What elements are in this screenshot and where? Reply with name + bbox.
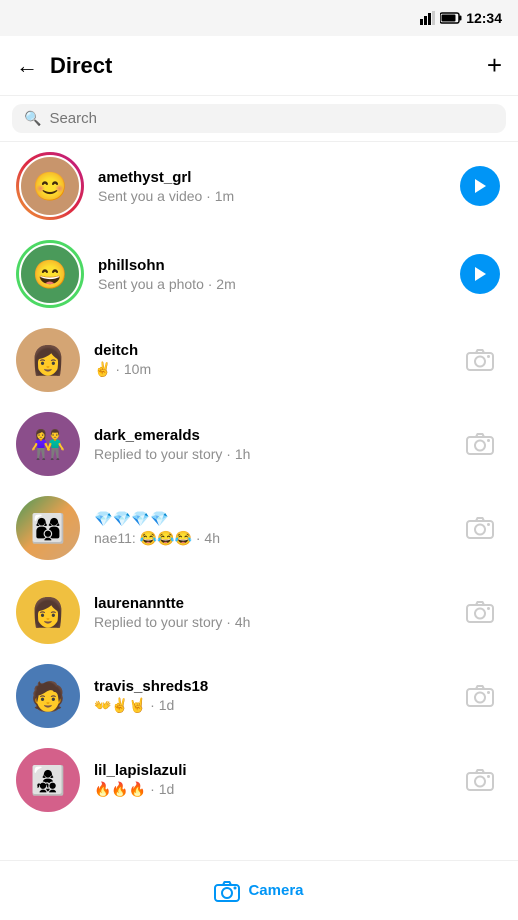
avatar: 👩 <box>16 328 80 392</box>
list-item[interactable]: 😄 phillsohn Sent you a photo · 2m <box>0 230 518 318</box>
camera-action-icon <box>466 684 494 708</box>
message-username: laurenanntte <box>94 595 444 612</box>
status-bar: 12:34 <box>0 0 518 36</box>
avatar: 👩‍👧‍👦 <box>16 748 80 812</box>
message-content: amethyst_grl Sent you a video · 1m <box>98 169 444 204</box>
message-list: 😊 amethyst_grl Sent you a video · 1m 😄 <box>0 142 518 856</box>
message-preview: ✌️ · 10m <box>94 361 444 378</box>
message-preview: Replied to your story · 4h <box>94 614 444 630</box>
message-content: laurenanntte Replied to your story · 4h <box>94 595 444 630</box>
camera-action-icon <box>466 768 494 792</box>
search-input[interactable] <box>49 110 494 127</box>
message-content: lil_lapislazuli 🔥🔥🔥 · 1d <box>94 762 444 798</box>
camera-action-button[interactable] <box>458 506 502 550</box>
status-icons: 12:34 <box>420 10 502 26</box>
search-bar[interactable]: 🔍 <box>12 104 506 133</box>
message-username: lil_lapislazuli <box>94 762 444 779</box>
bottom-camera-bar[interactable]: Camera <box>0 860 518 920</box>
play-button[interactable] <box>458 164 502 208</box>
message-content: deitch ✌️ · 10m <box>94 342 444 378</box>
list-item[interactable]: 👫 dark_emeralds Replied to your story · … <box>0 402 518 486</box>
avatar: 😄 <box>16 240 84 308</box>
battery-icon <box>440 12 462 24</box>
message-preview: Replied to your story · 1h <box>94 446 444 462</box>
camera-action-button[interactable] <box>458 338 502 382</box>
status-time: 12:34 <box>466 10 502 26</box>
play-icon <box>460 166 500 206</box>
message-preview: Sent you a video · 1m <box>98 188 444 204</box>
camera-icon <box>214 880 240 902</box>
list-item[interactable]: 👩 deitch ✌️ · 10m <box>0 318 518 402</box>
camera-action-button[interactable] <box>458 674 502 718</box>
message-content: travis_shreds18 👐✌️🤘 · 1d <box>94 678 444 714</box>
camera-action-icon <box>466 432 494 456</box>
message-preview: nae11: 😂😂😂 · 4h <box>94 530 444 547</box>
message-username: 💎💎💎💎 <box>94 510 444 528</box>
avatar: 👩‍👩‍👦 <box>16 496 80 560</box>
signal-icon <box>420 11 436 25</box>
list-item[interactable]: 👩 laurenanntte Replied to your story · 4… <box>0 570 518 654</box>
avatar: 👫 <box>16 412 80 476</box>
page-title: Direct <box>50 53 112 79</box>
message-preview: Sent you a photo · 2m <box>98 276 444 292</box>
message-preview: 🔥🔥🔥 · 1d <box>94 781 444 798</box>
header: ← Direct + <box>0 36 518 96</box>
message-username: travis_shreds18 <box>94 678 444 695</box>
avatar: 👩 <box>16 580 80 644</box>
avatar: 😊 <box>16 152 84 220</box>
camera-label: Camera <box>248 882 303 899</box>
message-content: dark_emeralds Replied to your story · 1h <box>94 427 444 462</box>
message-preview: 👐✌️🤘 · 1d <box>94 697 444 714</box>
message-content: phillsohn Sent you a photo · 2m <box>98 257 444 292</box>
list-item[interactable]: 🧑 travis_shreds18 👐✌️🤘 · 1d <box>0 654 518 738</box>
message-content: 💎💎💎💎 nae11: 😂😂😂 · 4h <box>94 510 444 547</box>
search-container: 🔍 <box>0 96 518 142</box>
message-username: dark_emeralds <box>94 427 444 444</box>
back-button[interactable]: ← <box>16 53 38 79</box>
play-icon <box>460 254 500 294</box>
camera-action-button[interactable] <box>458 422 502 466</box>
header-left: ← Direct <box>16 53 112 79</box>
message-username: amethyst_grl <box>98 169 444 186</box>
camera-action-button[interactable] <box>458 590 502 634</box>
new-message-button[interactable]: + <box>487 50 502 81</box>
play-button[interactable] <box>458 252 502 296</box>
camera-action-icon <box>466 348 494 372</box>
camera-action-icon <box>466 516 494 540</box>
list-item[interactable]: 👩‍👩‍👦 💎💎💎💎 nae11: 😂😂😂 · 4h <box>0 486 518 570</box>
avatar: 🧑 <box>16 664 80 728</box>
message-username: deitch <box>94 342 444 359</box>
search-icon: 🔍 <box>24 110 41 127</box>
message-username: phillsohn <box>98 257 444 274</box>
camera-action-icon <box>466 600 494 624</box>
list-item[interactable]: 👩‍👧‍👦 lil_lapislazuli 🔥🔥🔥 · 1d <box>0 738 518 822</box>
list-item[interactable]: 😊 amethyst_grl Sent you a video · 1m <box>0 142 518 230</box>
camera-action-button[interactable] <box>458 758 502 802</box>
